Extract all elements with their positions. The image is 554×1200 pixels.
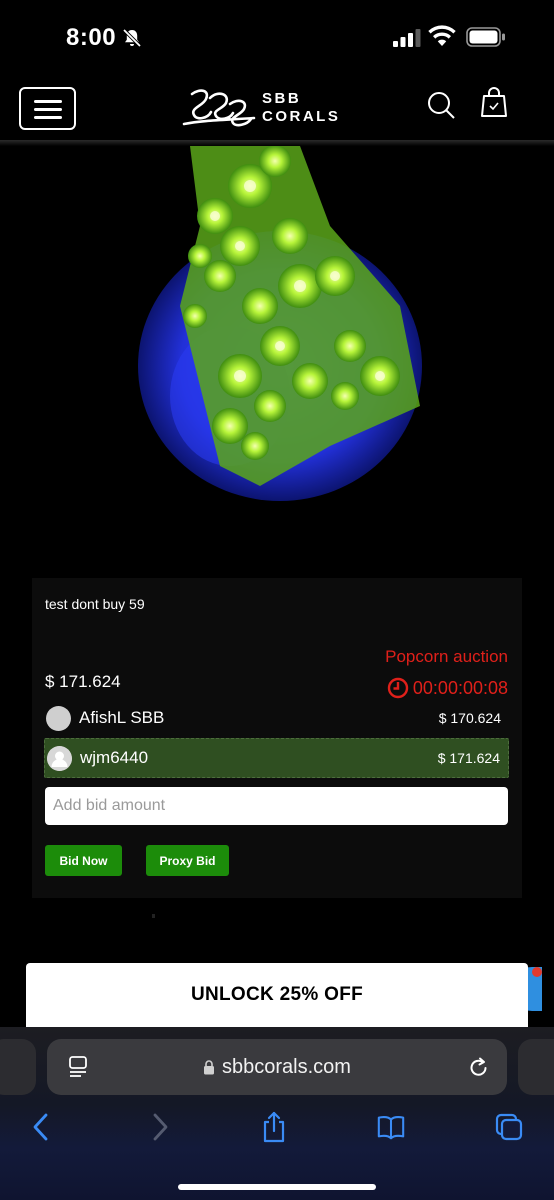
cellular-signal-icon xyxy=(393,29,421,47)
auction-type-label: Popcorn auction xyxy=(385,647,508,666)
previous-tab-preview[interactable] xyxy=(0,1039,36,1095)
bell-slash-icon xyxy=(122,28,142,48)
logo-line2: CORALS xyxy=(262,108,341,125)
bidder-name: AfishL SBB xyxy=(79,708,165,727)
menu-button[interactable] xyxy=(19,87,76,130)
proxy-bid-button[interactable]: Proxy Bid xyxy=(146,845,229,876)
home-indicator[interactable] xyxy=(178,1184,376,1190)
user-avatar xyxy=(46,705,71,731)
menu-bar xyxy=(34,116,62,119)
back-icon[interactable] xyxy=(28,1110,58,1144)
user-avatar xyxy=(47,745,72,771)
next-tab-preview[interactable] xyxy=(518,1039,554,1095)
bid-now-button[interactable]: Bid Now xyxy=(45,845,122,876)
logo-script-mark xyxy=(182,89,256,127)
sbb-corals-logo[interactable]: SBB CORALS xyxy=(180,80,350,136)
forward-icon[interactable] xyxy=(143,1110,173,1144)
bookmarks-icon[interactable] xyxy=(376,1110,406,1144)
bid-amount-input[interactable] xyxy=(45,787,508,825)
timer-value: 00:00:00:08 xyxy=(412,677,508,698)
status-bar: 8:00 xyxy=(0,0,554,72)
menu-bar xyxy=(34,108,62,111)
reload-icon[interactable] xyxy=(468,1055,490,1079)
status-time: 8:00 xyxy=(66,24,117,51)
url-text: sbbcorals.com xyxy=(222,1055,351,1078)
share-icon[interactable] xyxy=(259,1110,289,1144)
bid-amount: $ 171.624 xyxy=(437,750,500,766)
bid-history-row-highlighted: wjm6440 $ 171.624 xyxy=(44,738,509,778)
site-header: SBB CORALS xyxy=(0,72,554,142)
auction-timer: 00:00:00:08 xyxy=(387,677,508,699)
search-icon[interactable] xyxy=(426,90,456,120)
decorative-dot xyxy=(152,914,155,918)
menu-bar xyxy=(34,100,62,103)
user-silhouette-icon xyxy=(47,745,72,771)
address-bar[interactable]: sbbcorals.com xyxy=(47,1039,507,1095)
logo-text: SBB CORALS xyxy=(262,90,340,126)
coral-product-image[interactable] xyxy=(0,146,554,566)
battery-icon xyxy=(466,27,505,47)
browser-toolbar: sbbcorals.com xyxy=(0,1027,554,1200)
lock-icon xyxy=(204,1060,215,1075)
clock-icon xyxy=(387,677,409,699)
logo-line1: SBB xyxy=(262,90,302,107)
bidder-name: wjm6440 xyxy=(80,748,149,767)
bid-history-row: AfishL SBB $ 170.624 xyxy=(44,698,509,738)
url-display: sbbcorals.com xyxy=(47,1039,507,1095)
promo-banner[interactable]: UNLOCK 25% OFF xyxy=(26,963,528,1027)
auction-card: test dont buy 59 Popcorn auction $ 171.6… xyxy=(32,578,522,898)
shopping-bag-icon[interactable] xyxy=(480,86,508,118)
bid-amount: $ 170.624 xyxy=(438,710,501,726)
product-title: test dont buy 59 xyxy=(45,596,145,612)
tabs-icon[interactable] xyxy=(494,1110,524,1144)
current-price: $ 171.624 xyxy=(45,672,121,691)
wifi-icon xyxy=(428,25,456,46)
